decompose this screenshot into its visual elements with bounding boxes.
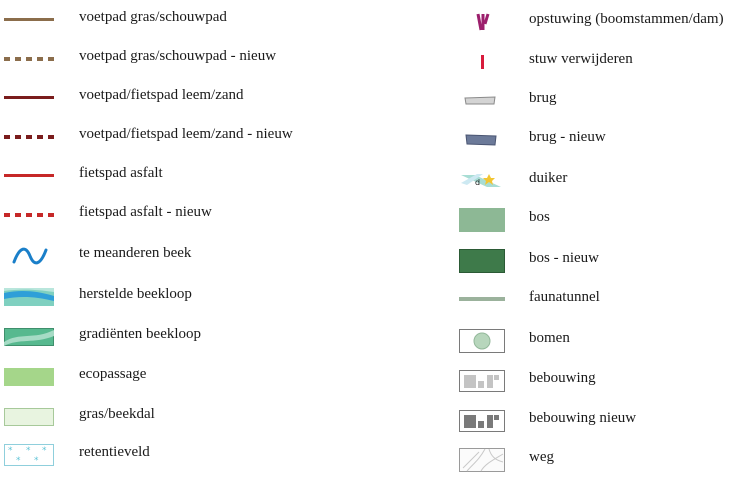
new-buildings-icon <box>452 401 515 441</box>
legend-label: gradiënten beekloop <box>79 326 202 342</box>
restored-stream-icon <box>4 277 60 317</box>
legend-label: gras/beekdal <box>79 406 155 422</box>
solid-brown-line-icon <box>4 0 60 40</box>
gradient-stream-icon <box>4 317 60 357</box>
pale-green-fill-icon <box>4 397 60 437</box>
dashed-brown-line-icon <box>4 39 60 79</box>
remove-weir-icon <box>452 42 537 82</box>
trees-icon <box>452 321 515 361</box>
bridge-icon <box>452 81 520 121</box>
retention-field-icon: * * * * * <box>4 435 60 475</box>
forest-fill-icon <box>452 200 515 240</box>
culvert-icon: d <box>452 161 517 201</box>
legend-label: bebouwing nieuw <box>529 410 637 426</box>
legend-label: duiker <box>529 170 568 186</box>
legend-label: fietspad asfalt - nieuw <box>79 204 212 220</box>
legend-label: brug <box>529 90 557 106</box>
legend-label: opstuwing (boomstammen/dam) <box>529 11 724 27</box>
legend-label: brug - nieuw <box>529 129 606 145</box>
meander-wave-icon <box>4 236 60 276</box>
svg-text:*: * <box>26 446 31 456</box>
dashed-darkred-line-icon <box>4 117 60 157</box>
green-fill-icon <box>4 357 60 397</box>
map-legend: voetpad gras/schouwpad voetpad gras/scho… <box>0 0 753 475</box>
log-dam-icon <box>452 2 532 42</box>
legend-label: faunatunnel <box>529 289 600 305</box>
legend-label: bebouwing <box>529 370 596 386</box>
legend-label: bomen <box>529 330 570 346</box>
legend-label: voetpad gras/schouwpad <box>79 9 227 25</box>
legend-label: bos - nieuw <box>529 250 599 266</box>
fauna-tunnel-icon <box>452 280 515 320</box>
svg-text:*: * <box>16 456 21 466</box>
legend-label: weg <box>529 449 554 465</box>
legend-label: voetpad/fietspad leem/zand <box>79 87 244 103</box>
new-bridge-icon <box>452 120 520 160</box>
dashed-red-line-icon <box>4 195 60 235</box>
legend-label: retentieveld <box>79 444 150 460</box>
legend-label: ecopassage <box>79 366 147 382</box>
legend-label: herstelde beekloop <box>79 286 192 302</box>
buildings-icon <box>452 361 515 401</box>
legend-label: stuw verwijderen <box>529 51 633 67</box>
culvert-letter: d <box>475 178 480 187</box>
road-icon <box>452 440 515 480</box>
svg-text:*: * <box>8 446 13 456</box>
legend-label: voetpad/fietspad leem/zand - nieuw <box>79 126 293 142</box>
legend-label: bos <box>529 209 550 225</box>
legend-label: voetpad gras/schouwpad - nieuw <box>79 48 277 64</box>
solid-red-line-icon <box>4 156 60 196</box>
svg-text:*: * <box>34 456 39 466</box>
solid-darkred-line-icon <box>4 78 60 118</box>
legend-label: te meanderen beek <box>79 245 192 261</box>
legend-label: fietspad asfalt <box>79 165 163 181</box>
new-forest-fill-icon <box>452 241 515 281</box>
svg-text:*: * <box>42 446 47 456</box>
